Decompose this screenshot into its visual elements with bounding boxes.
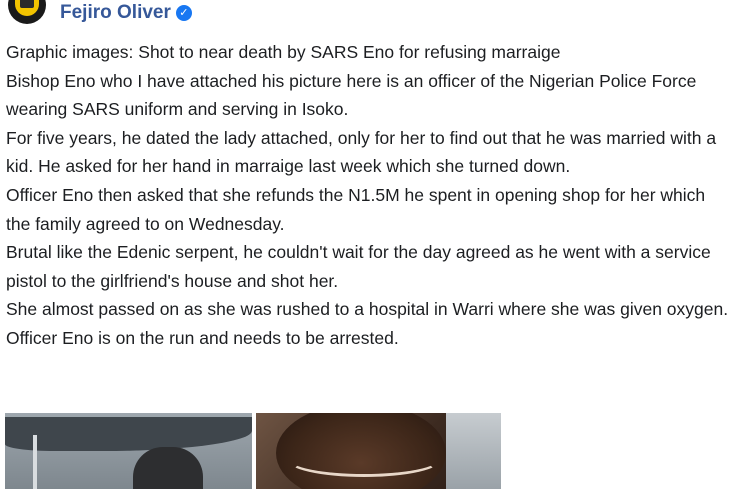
post-paragraph-3: For five years, he dated the lady attach… [6,127,717,177]
author-avatar[interactable] [8,0,46,24]
author-name-link[interactable]: Fejiro Oliver ✓ [60,2,192,24]
person-shape [133,447,203,489]
author-name[interactable]: Fejiro Oliver [60,2,171,23]
post-paragraph-5: Brutal like the Edenic serpent, he could… [6,242,711,291]
post-paragraph-6: She almost passed on as she was rushed t… [6,299,729,320]
badge-detail [20,0,34,8]
facebook-post: Fejiro Oliver ✓ Graphic images: Shot to n… [0,0,741,489]
photo-officer[interactable] [5,413,252,489]
verified-badge-icon: ✓ [175,5,192,21]
post-paragraph-4: Officer Eno then asked that she refunds … [6,184,706,234]
oxygen-tube-shape [286,441,442,477]
post-paragraph-2: Bishop Eno who I have attached his pictu… [6,70,697,120]
post-paragraph-1: Graphic images: Shot to near death by SA… [6,42,561,62]
post-body: Graphic images: Shot to near death by SA… [6,38,734,353]
pole-shape [33,435,37,489]
photo-victim[interactable] [256,413,501,489]
post-photos [0,410,741,489]
post-paragraph-7: Officer Eno is on the run and needs to b… [6,327,399,348]
pillow-shape [446,413,501,489]
umbrella-shape [5,417,252,451]
post-header: Fejiro Oliver ✓ [0,0,741,30]
